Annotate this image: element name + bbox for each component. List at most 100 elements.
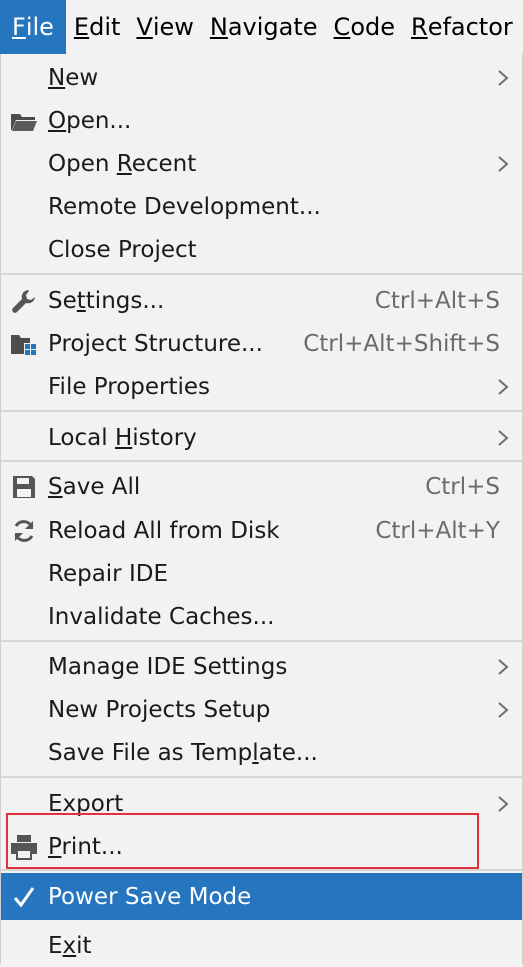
menu-item-repair-ide[interactable]: Repair IDE — [1, 552, 522, 595]
menu-navigate[interactable]: Navigate — [202, 0, 326, 54]
menu-item-local-history[interactable]: Local History — [1, 416, 522, 459]
label-mnemonic: O — [48, 107, 67, 134]
menu-edit[interactable]: Edit — [66, 0, 128, 54]
menu-item-save-file-as-template[interactable]: Save File as Template... — [1, 731, 522, 774]
project-structure-icon — [9, 329, 39, 359]
chevron-right-icon — [498, 155, 509, 172]
menu-item-manage-ide-settings[interactable]: Manage IDE Settings — [1, 645, 522, 688]
label-mnemonic: R — [116, 150, 132, 177]
menu-item-open-recent[interactable]: Open Recent — [1, 142, 522, 185]
label-post: ate... — [258, 739, 318, 766]
checkmark-icon — [9, 882, 39, 912]
menu-code[interactable]: Code — [326, 0, 403, 54]
menu-item-label: Power Save Mode — [48, 884, 251, 910]
menu-refactor-post: efactor — [427, 13, 513, 41]
menu-item-label: Remote Development... — [48, 194, 321, 220]
label-pre: Repair IDE — [48, 560, 168, 587]
menu-item-label: Open... — [48, 108, 131, 134]
chevron-right-icon — [498, 69, 509, 86]
menu-item-reload-all-from-disk[interactable]: Reload All from Disk Ctrl+Alt+Y — [1, 509, 522, 552]
label-pre: Remote Development... — [48, 193, 321, 220]
separator — [1, 460, 522, 462]
menu-item-open[interactable]: Open... — [1, 99, 522, 142]
menu-view[interactable]: View — [128, 0, 201, 54]
menu-code-mnemonic: C — [333, 13, 351, 41]
label-pre: Local — [48, 424, 115, 451]
label-pre: Invalidate Caches... — [48, 603, 275, 630]
menu-item-label: Settings... — [48, 288, 164, 314]
separator — [1, 776, 522, 778]
menu-item-label: New — [48, 65, 98, 91]
label-post: ew — [65, 64, 99, 91]
label-mnemonic: P — [48, 833, 62, 860]
menu-edit-mnemonic: E — [73, 13, 90, 41]
menu-item-label: Open Recent — [48, 151, 196, 177]
label-pre: Reload All from Disk — [48, 517, 280, 544]
menu-code-post: ode — [350, 13, 395, 41]
label-post: pen... — [66, 107, 132, 134]
label-pre: File Properties — [48, 373, 211, 400]
label-pre: Save File as Temp — [48, 739, 253, 766]
label-pre: Open — [48, 150, 117, 177]
save-icon — [9, 472, 39, 502]
label-pre: New Projects Setup — [48, 696, 271, 723]
label-mnemonic: x — [62, 932, 77, 959]
label-post: it — [76, 932, 92, 959]
menu-item-exit[interactable]: Exit — [1, 924, 522, 967]
separator — [1, 273, 522, 275]
menu-refactor[interactable]: Refactor — [403, 0, 521, 54]
label-pre: E — [48, 932, 63, 959]
chevron-right-icon — [498, 795, 509, 812]
label-mnemonic: S — [48, 473, 63, 500]
menu-file-mnemonic: F — [12, 13, 26, 41]
menu-item-close-project[interactable]: Close Project — [1, 228, 522, 271]
label-pre: Se — [48, 287, 77, 314]
menu-item-label: Print... — [48, 834, 123, 860]
chevron-right-icon — [498, 429, 509, 446]
label-pre: Manage IDE Settings — [48, 653, 288, 680]
menu-refactor-mnemonic: R — [411, 13, 428, 41]
label-pre: Export — [48, 790, 124, 817]
separator — [1, 640, 522, 642]
menu-view-mnemonic: V — [136, 13, 153, 41]
menu-view-post: iew — [152, 13, 194, 41]
label-post: ave All — [62, 473, 141, 500]
menu-item-label: Save File as Template... — [48, 740, 318, 766]
label-post: rint... — [61, 833, 123, 860]
menu-item-label: Invalidate Caches... — [48, 604, 274, 630]
menu-bar: File Edit View Navigate Code Refactor — [0, 0, 523, 54]
menu-item-export[interactable]: Export — [1, 782, 522, 825]
shortcut: Ctrl+Alt+Shift+S — [303, 330, 500, 357]
menu-item-file-properties[interactable]: File Properties — [1, 365, 522, 408]
folder-icon — [9, 106, 39, 136]
menu-item-settings[interactable]: Settings... Ctrl+Alt+S — [1, 279, 522, 322]
chevron-right-icon — [498, 701, 509, 718]
chevron-right-icon — [498, 378, 509, 395]
separator — [1, 869, 522, 871]
label-pre: Power Save Mode — [48, 883, 252, 910]
menu-file[interactable]: File — [0, 0, 66, 54]
label-mnemonic: t — [76, 287, 86, 314]
menu-item-save-all[interactable]: Save All Ctrl+S — [1, 465, 522, 508]
menu-item-print[interactable]: Print... — [1, 825, 522, 868]
wrench-icon — [9, 286, 39, 316]
label-post: istory — [132, 424, 197, 451]
menu-item-label: Reload All from Disk — [48, 518, 280, 544]
menu-item-label: Exit — [48, 933, 92, 959]
menu-navigate-mnemonic: N — [209, 13, 228, 41]
shortcut: Ctrl+S — [425, 473, 500, 500]
menu-item-label: File Properties — [48, 374, 210, 400]
file-menu-dropdown: New Open... Open Recent Remote Developme… — [0, 54, 523, 964]
label-post: ecent — [131, 150, 197, 177]
menu-item-remote-development[interactable]: Remote Development... — [1, 185, 522, 228]
menu-item-project-structure[interactable]: Project Structure... Ctrl+Alt+Shift+S — [1, 322, 522, 365]
menu-edit-post: dit — [89, 13, 121, 41]
menu-item-new[interactable]: New — [1, 56, 522, 99]
menu-item-power-save-mode[interactable]: Power Save Mode — [1, 873, 522, 920]
menu-item-label: Close Project — [48, 237, 197, 263]
menu-item-invalidate-caches[interactable]: Invalidate Caches... — [1, 595, 522, 638]
label-mnemonic: N — [48, 64, 66, 91]
printer-icon — [9, 832, 39, 862]
menu-item-new-projects-setup[interactable]: New Projects Setup — [1, 688, 522, 731]
label-pre: Close Project — [48, 236, 197, 263]
